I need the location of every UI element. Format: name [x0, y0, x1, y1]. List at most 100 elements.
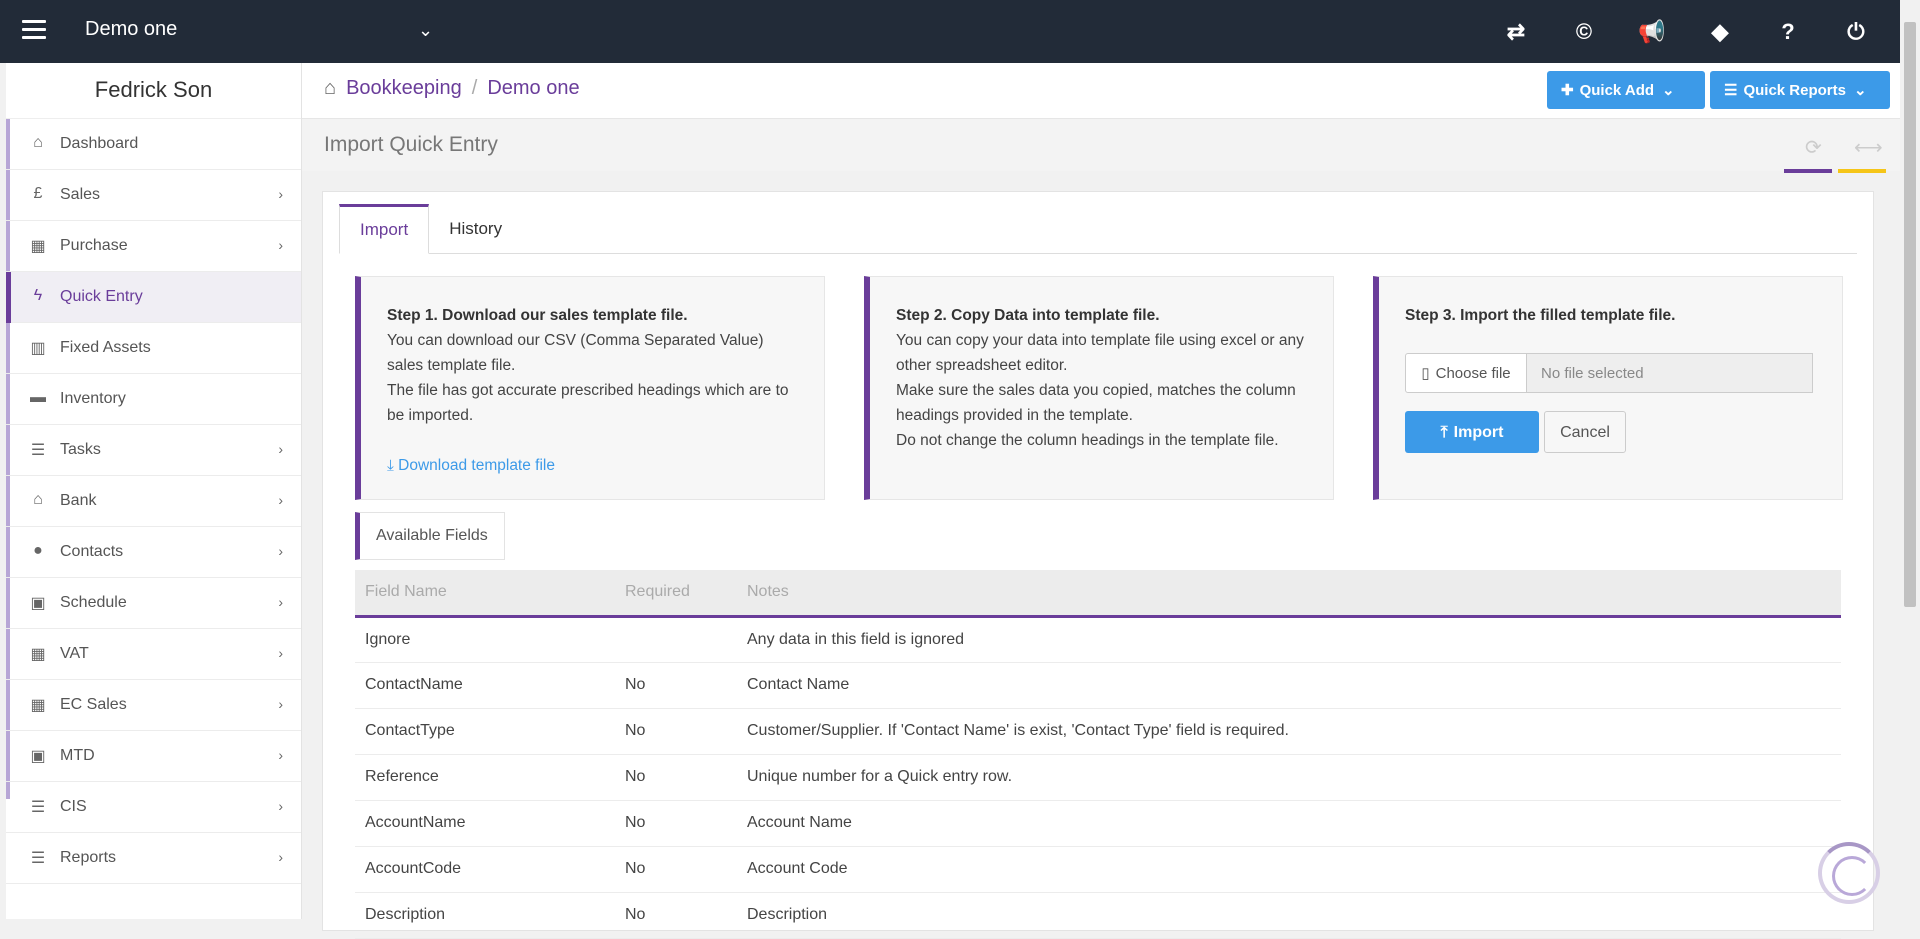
ticket-icon[interactable]: ◆ — [1686, 0, 1754, 63]
refresh-icon[interactable]: ⟳ — [1805, 135, 1822, 160]
cell-field-name: Ignore — [355, 616, 615, 663]
calculator-icon: ▦ — [30, 646, 46, 663]
swap-icon[interactable]: ⇄ — [1482, 0, 1550, 63]
table-row: Ignore Any data in this field is ignored — [355, 616, 1841, 663]
cell-field-name: Reference — [355, 754, 615, 801]
home-icon[interactable]: ⌂ — [324, 77, 336, 100]
step1-text: You can download our CSV (Comma Separate… — [387, 332, 764, 374]
sidebar-item-inventory[interactable]: ▬ Inventory — [6, 374, 301, 425]
sidebar: Fedrick Son ⌂ Dashboard £ Sales › ▦ Purchase › ϟ… — [6, 63, 302, 919]
cancel-button[interactable]: Cancel — [1544, 411, 1626, 453]
cell-notes: Customer/Supplier. If 'Contact Name' is … — [737, 708, 1841, 755]
loading-spinner-icon — [1818, 842, 1880, 904]
breadcrumb: ⌂ Bookkeeping / Demo one — [324, 77, 580, 100]
fields-table: Field Name Required Notes Ignore Any data… — [355, 570, 1841, 939]
file-icon: ▯ — [1421, 364, 1430, 382]
expand-indicator — [1838, 169, 1886, 173]
pound-icon: £ — [33, 185, 43, 202]
power-icon[interactable]: ⏻ — [1822, 0, 1890, 63]
step2-text: You can copy your data into template fil… — [896, 332, 1304, 374]
table-row: AccountName No Account Name — [355, 800, 1841, 847]
calendar-icon: ▣ — [30, 595, 46, 612]
top-navbar: Demo one ⌄ ⇄ © 📢 ◆ ? ⏻ — [0, 0, 1900, 63]
sidebar-item-mtd[interactable]: ▣ MTD › — [6, 731, 301, 782]
list-icon: ☰ — [30, 850, 46, 867]
sidebar-item-label: Purchase — [60, 237, 128, 254]
step2-panel: Step 2. Copy Data into template file. Yo… — [864, 276, 1334, 500]
cell-field-name: ContactType — [355, 708, 615, 755]
sidebar-item-label: Tasks — [60, 441, 101, 458]
import-label: Import — [1453, 423, 1504, 441]
step3-panel: Step 3. Import the filled template file.… — [1373, 276, 1843, 500]
sidebar-item-ec-sales[interactable]: ▦ EC Sales › — [6, 680, 301, 731]
sidebar-item-label: Quick Entry — [60, 288, 143, 305]
sidebar-item-label: MTD — [60, 747, 95, 764]
page-scrollbar[interactable] — [1900, 0, 1920, 919]
indent-icon: ☰ — [30, 799, 46, 816]
chevron-right-icon: › — [278, 849, 283, 865]
step1-panel: Step 1. Download our sales template file… — [355, 276, 825, 500]
tab-import[interactable]: Import — [339, 204, 430, 254]
sidebar-item-purchase[interactable]: ▦ Purchase › — [6, 221, 301, 272]
choose-file-button[interactable]: ▯ Choose file — [1405, 353, 1527, 393]
sidebar-item-sales[interactable]: £ Sales › — [6, 170, 301, 221]
upload-icon: ⤒ — [1440, 423, 1448, 441]
hamburger-menu-icon[interactable] — [22, 20, 46, 40]
quick-add-button[interactable]: ✚ Quick Add ⌄ — [1547, 71, 1705, 109]
file-input-group: ▯ Choose file No file selected — [1405, 353, 1816, 393]
help-icon[interactable]: ? — [1754, 0, 1822, 63]
quick-reports-label: Quick Reports — [1743, 81, 1846, 99]
cell-notes: Any data in this field is ignored — [737, 616, 1841, 663]
page-header: Import Quick Entry ⟳ ⟷ — [302, 119, 1900, 173]
chevron-right-icon: › — [278, 441, 283, 457]
sidebar-item-label: Reports — [60, 849, 117, 866]
cell-required: No — [615, 846, 737, 893]
column-header-notes: Notes — [737, 570, 1841, 618]
building-icon: ▥ — [30, 340, 46, 357]
sidebar-item-quick-entry[interactable]: ϟ Quick Entry — [6, 272, 301, 323]
sidebar-item-cis[interactable]: ☰ CIS › — [6, 782, 301, 833]
sidebar-item-fixed-assets[interactable]: ▥ Fixed Assets — [6, 323, 301, 374]
import-button[interactable]: ⤒ Import — [1405, 411, 1539, 453]
home-icon: ⌂ — [33, 134, 43, 151]
sidebar-item-vat[interactable]: ▦ VAT › — [6, 629, 301, 680]
expand-icon[interactable]: ⟷ — [1854, 135, 1883, 160]
sidebar-item-schedule[interactable]: ▣ Schedule › — [6, 578, 301, 629]
calendar-icon: ▣ — [30, 748, 46, 765]
chevron-down-icon[interactable]: ⌄ — [418, 20, 433, 41]
sidebar-item-label: Dashboard — [60, 135, 139, 152]
sidebar-item-label: Sales — [60, 186, 101, 203]
sidebar-item-tasks[interactable]: ☰ Tasks › — [6, 425, 301, 476]
sidebar-item-dashboard[interactable]: ⌂ Dashboard — [6, 119, 301, 170]
users-icon: ● — [33, 542, 43, 559]
chevron-down-icon: ⌄ — [1662, 82, 1675, 99]
quick-reports-button[interactable]: ☰ Quick Reports ⌄ — [1710, 71, 1890, 109]
chevron-down-icon: ⌄ — [1853, 82, 1867, 99]
sidebar-item-label: EC Sales — [60, 696, 127, 713]
sidebar-item-label: Fixed Assets — [60, 339, 151, 356]
company-selector[interactable]: Demo one — [85, 18, 177, 41]
breadcrumb-current[interactable]: Demo one — [487, 77, 579, 100]
cell-field-name: ContactName — [355, 662, 615, 709]
scrollbar-thumb[interactable] — [1904, 22, 1916, 607]
download-template-link[interactable]: ⤓ Download template file — [387, 453, 798, 478]
breadcrumb-root[interactable]: Bookkeeping — [346, 77, 462, 100]
cell-required: No — [615, 892, 737, 939]
megaphone-icon[interactable]: 📢 — [1618, 0, 1686, 63]
chevron-right-icon: › — [278, 696, 283, 712]
cell-required: No — [615, 662, 737, 709]
bank-icon: ⌂ — [33, 491, 43, 508]
cell-notes: Account Code — [737, 846, 1841, 893]
refresh-indicator — [1784, 169, 1832, 173]
sidebar-item-bank[interactable]: ⌂ Bank › — [6, 476, 301, 527]
sidebar-item-contacts[interactable]: ● Contacts › — [6, 527, 301, 578]
tab-history[interactable]: History — [429, 204, 522, 254]
sidebar-item-label: VAT — [60, 645, 89, 662]
plus-icon: ✚ — [1561, 82, 1574, 99]
copyright-icon[interactable]: © — [1550, 0, 1618, 63]
breadcrumb-bar: ⌂ Bookkeeping / Demo one ✚ Quick Add ⌄ ☰… — [302, 63, 1900, 119]
cell-notes: Description — [737, 892, 1841, 939]
table-header-row: Field Name Required Notes — [355, 570, 1841, 618]
cell-required: No — [615, 708, 737, 755]
sidebar-item-reports[interactable]: ☰ Reports › — [6, 833, 301, 884]
